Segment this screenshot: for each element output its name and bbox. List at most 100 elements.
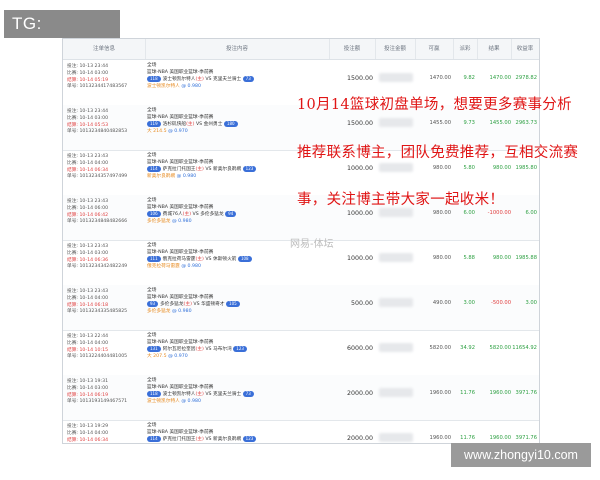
bet-info-line: 投注: 10-13 19:31	[67, 379, 109, 384]
pick: 波士顿凯尔特人	[147, 398, 180, 404]
vs-label: VS	[205, 167, 212, 172]
team-b: 华盛顿奇才	[201, 302, 225, 307]
home-tag: (主)	[183, 302, 192, 307]
bet-info-line: 比赛: 10-14 03:00	[67, 250, 109, 256]
payout: 3.00	[463, 300, 475, 306]
bet-info-line: 投注: 10-13 23:43	[67, 154, 109, 159]
bet-info-line: 比赛: 10-14 06:00	[67, 205, 109, 211]
bet-info-line: 比赛: 10-14 03:00	[67, 385, 109, 391]
payout: 11.76	[460, 435, 475, 441]
team-b-badge: 73	[242, 76, 254, 82]
bet-info-line: 比赛: 10-14 04:00	[67, 160, 109, 166]
odds: @ 0.980	[181, 83, 201, 89]
pick-line: 新奥尔良鹈鹕 @ 0.980	[147, 174, 327, 181]
matchup: 118 波士顿凯尔特人(主) VS 克里夫兰骑士 73	[147, 76, 327, 84]
bet-info: 投注: 10-13 23:43 比赛: 10-14 06:00 结算: 10-14 …	[67, 199, 143, 226]
bet-info: 投注: 10-13 23:44 比赛: 10-14 03:00 结算: 10-14 …	[67, 64, 143, 91]
team-b: 克里夫兰骑士	[213, 77, 242, 82]
can-win: 1960.00	[429, 435, 451, 441]
yield: 2963.73	[515, 120, 537, 126]
yield: 3.00	[525, 300, 537, 306]
pick-line: 新奥尔良鹈鹕 @ 0.980	[147, 444, 327, 445]
bet-info-line: 单号: 1013234342482249	[67, 264, 128, 270]
stake-amount: 1000.00	[346, 255, 373, 262]
team-b: 多伦多猛龙	[200, 212, 224, 217]
header-bet-info: 注单信息	[63, 39, 146, 59]
pick-line: 多伦多猛龙 @ 0.980	[147, 219, 327, 226]
promo-line-1: 10月14篮球初盘单场，想要更多赛事分析	[297, 97, 572, 113]
odds: @ 0.980	[181, 263, 201, 269]
home-tag: (主)	[195, 437, 204, 442]
team-a-badge: 93	[147, 301, 159, 307]
result: -500.00	[490, 300, 511, 306]
stake-amount: 1500.00	[346, 75, 373, 82]
redacted-cell	[379, 163, 413, 172]
bet-info-line: 单号: 1013234335485825	[67, 309, 128, 315]
vs-label: VS	[205, 77, 212, 82]
result: 1470.00	[489, 75, 511, 81]
stake-amount: 2000.00	[346, 390, 373, 397]
vs-label: VS	[205, 437, 212, 442]
can-win: 1960.00	[429, 390, 451, 396]
pick: 多伦多猛龙	[147, 308, 171, 314]
redacted-cell	[379, 208, 413, 217]
odds: @ 0.970	[168, 128, 188, 134]
promo-line-3: 事，关注博主带大家一起收米！	[297, 192, 505, 208]
table-row: 投注: 10-13 19:29 比赛: 10-14 04:00 结算: 10-14 …	[63, 420, 539, 445]
odds: @ 0.980	[176, 173, 197, 179]
bet-info-line: 比赛: 10-14 04:00	[67, 340, 109, 346]
odds: @ 0.980	[177, 444, 197, 445]
stake-amount: 1000.00	[346, 165, 373, 172]
home-tag: (主)	[182, 212, 192, 217]
pick-line: 大 207.5 @ 0.970	[147, 354, 327, 361]
team-b: 马布尔湾	[213, 347, 232, 352]
team-b: 克里夫兰骑士	[213, 392, 242, 397]
bet-info-line: 比赛: 10-14 03:00	[67, 70, 109, 76]
result: 980.00	[492, 165, 511, 171]
vs-label: VS	[205, 257, 212, 262]
vs-label: VS	[195, 122, 203, 127]
corner-tag: TG: MYYJJPP	[4, 10, 120, 61]
redacted-cell	[379, 253, 413, 262]
home-tag: (主)	[186, 122, 195, 127]
yield: 1985.88	[515, 255, 537, 261]
odds: @ 0.980	[171, 308, 192, 314]
header-bet-content: 投注内容	[145, 39, 330, 59]
odds: @ 0.980	[181, 398, 201, 404]
header-stake-amount: 投注金额	[375, 39, 416, 59]
odds: @ 0.980	[171, 218, 192, 224]
bet-info-line: 单号: 1013234417483567	[67, 84, 128, 90]
team-b: 休斯顿火箭	[213, 257, 237, 262]
home-tag: (主)	[195, 167, 204, 172]
bet-info-line: 单号: 1013234357497499	[67, 174, 128, 180]
team-b-badge: 123	[242, 166, 257, 172]
result: 1960.00	[489, 390, 511, 396]
redacted-cell	[379, 343, 413, 352]
pick: 波士顿凯尔特人	[147, 83, 180, 89]
header-can-win: 可赢	[415, 39, 454, 59]
payout: 9.82	[463, 75, 475, 81]
odds: @ 0.970	[168, 353, 188, 359]
bet-content: 全场 篮球-NBA 美国职业篮球-季前赛 93 多伦多猛龙(主) VS 华盛顿奇才 1…	[147, 288, 327, 315]
bet-info-line: 单号: 1013234840482853	[67, 129, 128, 135]
redacted-cell	[379, 118, 413, 127]
yield: 3971.76	[515, 435, 537, 441]
bet-info-line: 投注: 10-13 23:44	[67, 109, 109, 114]
bet-info: 投注: 10-13 22:44 比赛: 10-14 04:00 结算: 10-14 …	[67, 334, 143, 361]
bet-info: 投注: 10-13 23:43 比赛: 10-14 04:00 结算: 10-14 …	[67, 289, 143, 316]
yield: 11654.92	[512, 345, 537, 351]
can-win: 5820.00	[429, 345, 451, 351]
bet-info-line: 投注: 10-13 19:29	[67, 424, 109, 429]
payout: 34.92	[460, 345, 475, 351]
header-yield: 收益率	[516, 46, 534, 52]
team-a-badge: 119	[147, 121, 161, 127]
home-tag: (主)	[195, 392, 204, 397]
redacted-cell	[379, 73, 413, 82]
bet-info: 投注: 10-13 23:43 比赛: 10-14 04:00 结算: 10-14 …	[67, 154, 143, 181]
bet-info-line: 比赛: 10-14 04:00	[67, 295, 109, 301]
site-label: www.zhongyi10.com	[451, 443, 591, 467]
header-stake: 投注额	[329, 39, 376, 59]
team-a-badge: 118	[147, 76, 161, 82]
matchup: 114 萨克拉门托国王(主) VS 新奥尔良鹈鹕 123	[147, 436, 327, 443]
can-win: 980.00	[432, 210, 451, 216]
